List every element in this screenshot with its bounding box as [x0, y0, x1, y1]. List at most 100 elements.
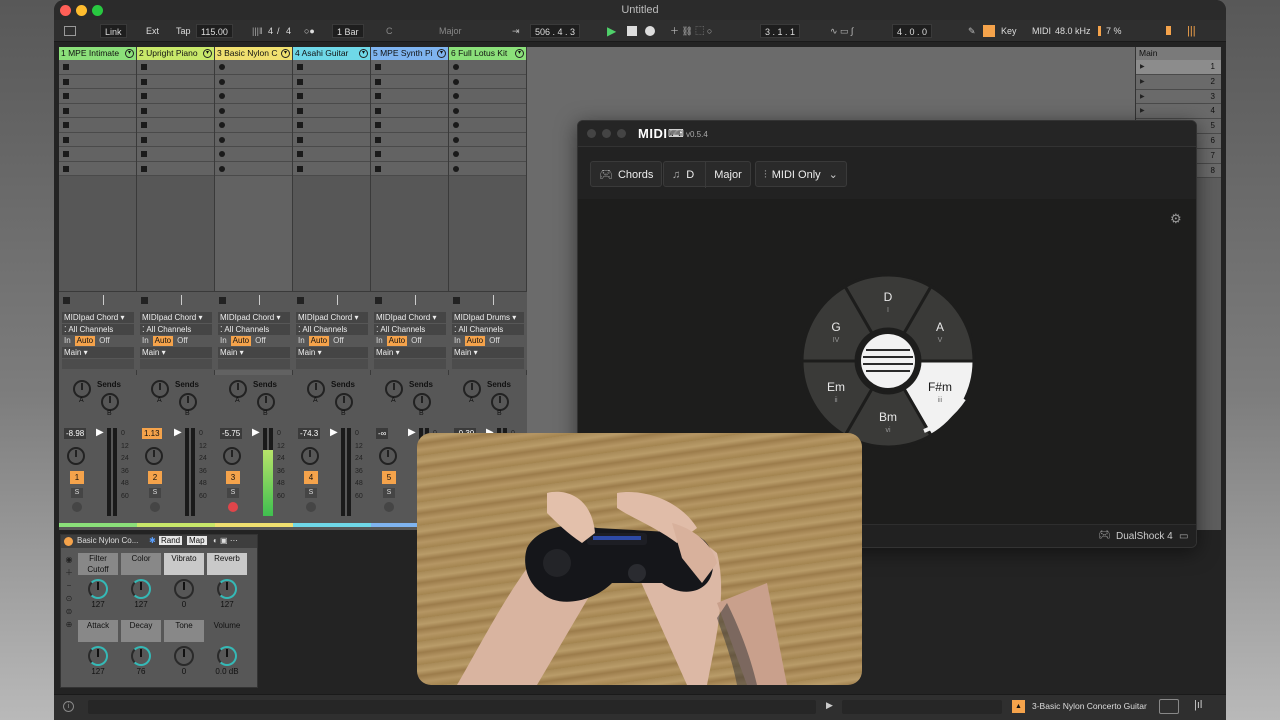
clip-slot[interactable] [371, 118, 448, 133]
loop-length-field[interactable]: 4 . 0 . 0 [892, 24, 933, 38]
clip-stop-button[interactable] [219, 297, 226, 304]
clip-slot[interactable] [293, 60, 370, 75]
monitor-off-button[interactable]: Off [175, 336, 190, 346]
minimize-window-button[interactable] [76, 5, 87, 16]
arm-button[interactable] [150, 502, 160, 512]
play-button[interactable]: ▶ [607, 24, 616, 38]
clip-slot[interactable] [215, 74, 292, 89]
track-fold-icon[interactable]: ▾ [515, 49, 524, 58]
macro-knob[interactable] [174, 579, 194, 599]
clip-slot[interactable] [215, 132, 292, 147]
audio-to-select[interactable]: Main ▾ [452, 347, 524, 358]
macro-knob[interactable] [131, 646, 151, 666]
clip-slot[interactable] [137, 74, 214, 89]
arrangement-position-field[interactable]: 506 . 4 . 3 [530, 24, 581, 38]
mode-select[interactable]: 🎮︎ Chords [590, 161, 663, 187]
rand-button[interactable]: Rand [159, 536, 183, 545]
follow-icon[interactable]: ⇥ [512, 24, 520, 38]
clip-slot[interactable] [137, 147, 214, 162]
output-select[interactable]: ⫶ MIDI Only ⌄ [755, 161, 847, 187]
monitor-auto-button[interactable]: Auto [152, 336, 174, 346]
clip-slot[interactable] [59, 147, 136, 162]
macro-6[interactable]: Decay 76 [121, 620, 161, 676]
clip-slot[interactable] [449, 89, 526, 104]
clip-slot[interactable] [137, 161, 214, 176]
clip-slot[interactable] [371, 60, 448, 75]
monitor-off-button[interactable]: Off [97, 336, 112, 346]
loop-start-field[interactable]: 3 . 1 . 1 [760, 24, 801, 38]
volume-readout[interactable]: -5.75 [220, 428, 243, 439]
clip-stop-button[interactable] [141, 297, 148, 304]
loop-icons[interactable]: ∿ ▭ ∫ [830, 24, 854, 38]
volume-readout[interactable]: -74.3 [298, 428, 321, 439]
monitor-off-button[interactable]: Off [331, 336, 346, 346]
macro-knob[interactable] [217, 646, 237, 666]
clip-slot[interactable] [137, 89, 214, 104]
audio-to-channel[interactable] [296, 359, 368, 369]
clip-slot[interactable] [137, 60, 214, 75]
clip-slot[interactable] [449, 147, 526, 162]
pan-knob[interactable] [145, 447, 163, 465]
device-extra-icons[interactable]: ◐ ▣ ⋯ [213, 536, 238, 545]
track-header[interactable]: 5 MPE Synth Pi ▾ [371, 47, 448, 60]
macro-knob[interactable] [131, 579, 151, 599]
monitor-off-button[interactable]: Off [253, 336, 268, 346]
clip-slot[interactable] [59, 74, 136, 89]
overview-icon[interactable]: ||| [1187, 24, 1196, 38]
arm-button[interactable] [72, 502, 82, 512]
monitor-in-button[interactable]: In [62, 336, 73, 346]
stop-button[interactable] [627, 26, 637, 36]
solo-button[interactable]: S [305, 488, 317, 498]
monitor-off-button[interactable]: Off [487, 336, 502, 346]
macro-knob[interactable] [174, 646, 194, 666]
send-a-knob[interactable] [385, 380, 403, 398]
arm-button[interactable] [228, 502, 238, 512]
midi-from-select[interactable]: MIDIpad Chord ▾ [374, 312, 446, 323]
midi-track-view-icon[interactable] [1159, 699, 1179, 714]
midi-from-select[interactable]: MIDIpad Chord ▾ [296, 312, 368, 323]
key-map-button[interactable]: Key [1001, 24, 1017, 38]
clip-slot[interactable] [293, 89, 370, 104]
clip-slot[interactable] [59, 89, 136, 104]
macro-knob[interactable] [88, 579, 108, 599]
macro-4[interactable]: Reverb 127 [207, 553, 247, 609]
clip-slot[interactable] [371, 161, 448, 176]
clip-slot[interactable] [215, 103, 292, 118]
midipad-zoom-button[interactable] [617, 129, 626, 138]
audio-to-channel[interactable] [62, 359, 134, 369]
clip-slot[interactable] [137, 103, 214, 118]
clip-slot[interactable] [371, 147, 448, 162]
metronome-bars-icon[interactable]: |||‖ [252, 24, 263, 38]
key-map-icon[interactable] [983, 25, 995, 37]
clip-slot[interactable] [449, 74, 526, 89]
monitor-in-button[interactable]: In [140, 336, 151, 346]
send-a-knob[interactable] [73, 380, 91, 398]
clip-slot[interactable] [371, 89, 448, 104]
clip-slot[interactable] [59, 118, 136, 133]
settings-gear-icon[interactable]: ⚙ [1170, 211, 1182, 227]
clip-slot[interactable] [449, 103, 526, 118]
clip-slot[interactable] [449, 132, 526, 147]
midi-channel-select[interactable]: ⁚ All Channels [140, 324, 212, 335]
play-selection-icon[interactable]: ▶ [826, 700, 833, 711]
clip-stop-button[interactable] [453, 297, 460, 304]
audio-to-channel[interactable] [374, 359, 446, 369]
view-toggle-icon[interactable] [64, 26, 76, 36]
pan-knob[interactable] [223, 447, 241, 465]
midi-channel-select[interactable]: ⁚ All Channels [452, 324, 524, 335]
track-activator-button[interactable]: 4 [304, 471, 318, 484]
key-scale-select[interactable]: Major [439, 24, 462, 38]
link-button[interactable]: Link [100, 24, 127, 38]
clip-stop-button[interactable] [63, 297, 70, 304]
volume-readout[interactable]: -∞ [376, 428, 389, 439]
close-window-button[interactable] [60, 5, 71, 16]
send-a-knob[interactable] [463, 380, 481, 398]
track-header[interactable]: 3 Basic Nylon C ▾ [215, 47, 292, 60]
track-fold-icon[interactable]: ▾ [203, 49, 212, 58]
send-b-knob[interactable] [101, 393, 119, 411]
monitor-in-button[interactable]: In [374, 336, 385, 346]
scene-launch-4[interactable]: 4 [1136, 104, 1221, 120]
device-power-button[interactable] [64, 537, 73, 546]
audio-to-select[interactable]: Main ▾ [62, 347, 134, 358]
zoom-window-button[interactable] [92, 5, 103, 16]
